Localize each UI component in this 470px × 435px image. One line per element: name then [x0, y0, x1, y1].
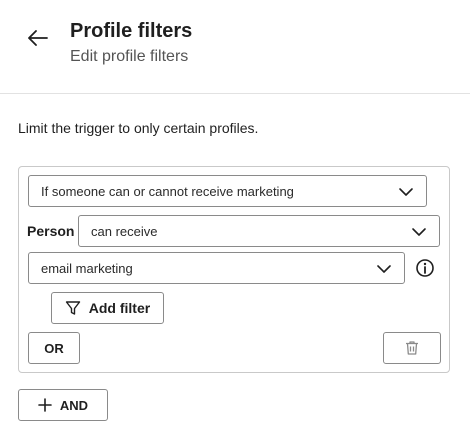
page-subtitle: Edit profile filters [70, 48, 189, 65]
description-text: Limit the trigger to only certain profil… [18, 120, 259, 136]
page-header: Profile filters Edit profile filters [0, 0, 470, 94]
person-label: Person [27, 223, 75, 239]
or-label: OR [44, 340, 64, 356]
condition-type-select[interactable]: If someone can or cannot receive marketi… [28, 175, 427, 207]
page-title: Profile filters [70, 20, 193, 42]
chevron-down-icon [399, 188, 413, 196]
arrow-left-icon [28, 30, 48, 46]
plus-icon [38, 398, 52, 412]
and-button[interactable]: AND [18, 389, 108, 421]
channel-select[interactable]: email marketing [28, 252, 405, 284]
and-label: AND [59, 397, 89, 413]
condition-type-value: If someone can or cannot receive marketi… [41, 183, 294, 199]
trash-icon [406, 341, 418, 355]
ability-value: can receive [91, 223, 158, 239]
back-button[interactable] [24, 24, 52, 52]
or-button[interactable]: OR [28, 332, 80, 364]
filter-icon [65, 301, 80, 315]
add-filter-button[interactable]: Add filter [51, 292, 164, 324]
add-filter-label: Add filter [88, 300, 151, 316]
chevron-down-icon [377, 265, 391, 273]
ability-select[interactable]: can receive [78, 215, 440, 247]
info-icon[interactable] [415, 258, 435, 278]
channel-value: email marketing [41, 260, 133, 276]
chevron-down-icon [412, 228, 426, 236]
delete-group-button[interactable] [383, 332, 441, 364]
